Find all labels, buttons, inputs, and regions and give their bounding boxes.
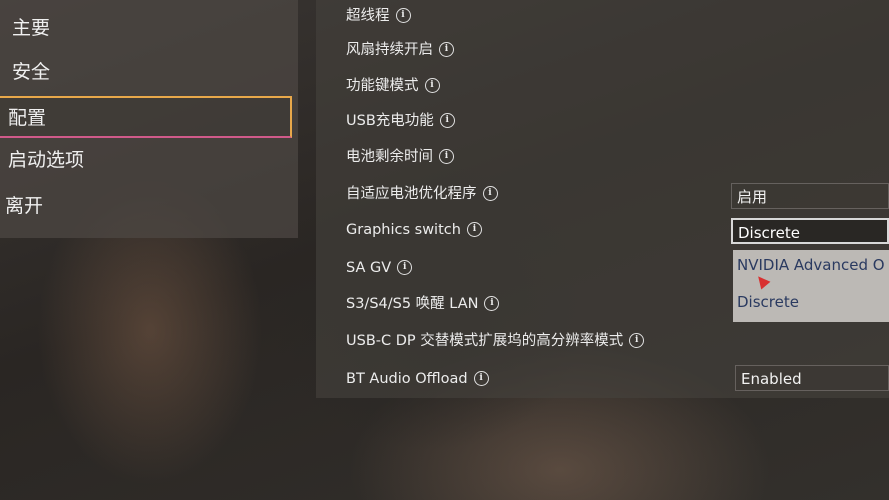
setting-label: BT Audio Offload [346,371,468,387]
setting-sa-gv[interactable]: SA GV i [346,254,413,282]
setting-wake-on-lan[interactable]: S3/S4/S5 唤醒 LAN i [346,290,500,318]
info-icon[interactable]: i [629,332,645,348]
setting-function-key-mode[interactable]: 功能键模式 i [346,72,440,100]
setting-bt-audio-offload[interactable]: BT Audio Offload i [346,365,489,393]
info-icon[interactable]: i [482,185,498,201]
setting-label: USB充电功能 [346,113,434,129]
setting-fan-always-on[interactable]: 风扇持续开启 i [346,36,454,64]
setting-label: SA GV [346,260,392,276]
setting-label: S3/S4/S5 唤醒 LAN [346,296,479,312]
nav-item-label: 安全 [12,61,51,83]
info-icon[interactable]: i [397,259,413,275]
graphics-switch-select[interactable]: Discrete [731,218,889,244]
setting-usbc-dp-high-res-mode[interactable]: USB-C DP 交替模式扩展坞的高分辨率模式 i [346,327,645,355]
nav-item-boot-options[interactable]: 启动选项 [0,140,296,180]
setting-usb-charging[interactable]: USB充电功能 i [346,107,455,135]
info-icon[interactable]: i [395,7,411,23]
info-icon[interactable]: i [473,370,489,386]
nav-item-security[interactable]: 安全 [0,52,296,92]
nav-item-label: 主要 [12,17,51,39]
setting-label: USB-C DP 交替模式扩展坞的高分辨率模式 [346,333,624,349]
info-icon[interactable]: i [439,41,454,57]
graphics-switch-dropdown: NVIDIA Advanced O Discrete [733,250,889,322]
setting-adaptive-battery-optimizer[interactable]: 自适应电池优化程序 i [346,180,498,208]
nav-item-exit[interactable]: 离开 [0,186,296,226]
dropdown-option-discrete[interactable]: Discrete [737,293,799,311]
setting-battery-remaining-time[interactable]: 电池剩余时间 i [346,143,454,171]
adaptive-battery-select[interactable]: 启用 [731,183,889,209]
nav-item-main[interactable]: 主要 [0,8,296,48]
setting-hyperthreading[interactable]: 超线程 i [346,2,411,30]
dropdown-option-nvidia-advanced-optimus[interactable]: NVIDIA Advanced O [737,256,885,274]
setting-label: 自适应电池优化程序 [346,186,477,202]
bt-audio-offload-select[interactable]: Enabled [735,365,889,391]
nav-item-label: 配置 [8,107,47,129]
nav-item-label: 启动选项 [8,149,85,171]
info-icon[interactable]: i [466,221,482,237]
setting-label: 风扇持续开启 [346,42,433,58]
setting-label: 功能键模式 [346,78,419,94]
nav-item-label: 离开 [5,195,44,217]
info-icon[interactable]: i [424,77,440,93]
info-icon[interactable]: i [439,112,455,128]
setting-label: 电池剩余时间 [346,149,433,165]
nav-item-configuration[interactable]: 配置 [0,96,292,138]
setting-label: 超线程 [346,8,390,24]
setting-graphics-switch[interactable]: Graphics switch i [346,216,482,244]
info-icon[interactable]: i [484,295,500,311]
setting-label: Graphics switch [346,222,461,238]
info-icon[interactable]: i [439,148,454,164]
